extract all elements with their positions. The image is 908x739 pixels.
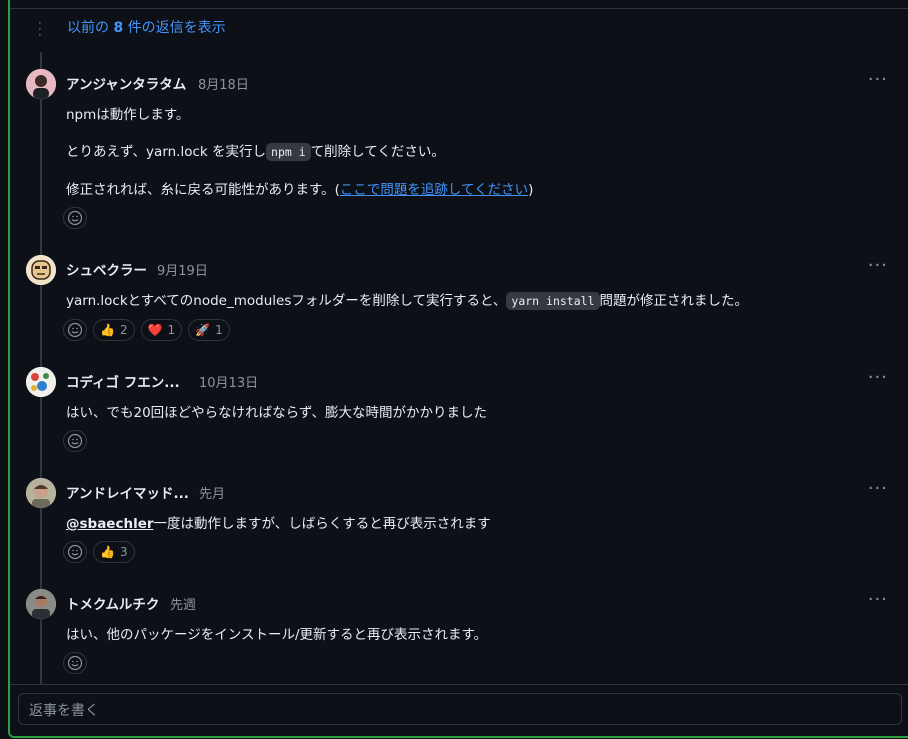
avatar[interactable] xyxy=(26,478,56,508)
smiley-icon xyxy=(67,210,83,226)
track-issue-link[interactable]: ここで問題を追跡してください xyxy=(340,182,528,198)
reply-input[interactable]: 返事を書く xyxy=(18,693,902,725)
show-previous-replies-link[interactable]: 以前の 8 件の返信を表示 xyxy=(67,17,226,37)
reactions-bar xyxy=(63,207,87,229)
add-reaction-button[interactable] xyxy=(63,207,87,229)
reaction-count: 1 xyxy=(167,323,176,337)
smiley-icon xyxy=(67,433,83,449)
rocket-icon: 🚀 xyxy=(195,323,211,337)
avatar[interactable] xyxy=(26,255,56,285)
more-options-icon[interactable]: ··· xyxy=(868,255,888,276)
comment-text: とりあえず、yarn.lock を実行し npm i て削除してください。 xyxy=(66,143,445,161)
comment-text: npmは動作します。 xyxy=(66,107,190,123)
avatar[interactable] xyxy=(26,367,56,397)
reactions-bar: 👍 2 ❤️ 1 🚀 1 xyxy=(63,319,230,341)
avatar[interactable] xyxy=(26,69,56,99)
reaction-heart-button[interactable]: ❤️ 1 xyxy=(140,319,183,341)
reactions-bar xyxy=(63,430,87,452)
add-reaction-button[interactable] xyxy=(63,652,87,674)
comment-author[interactable]: シュベクラー xyxy=(66,259,147,279)
comment-text: はい、でも20回ほどやらなければならず、膨大な時間がかかりました xyxy=(66,405,487,421)
more-options-icon[interactable]: ··· xyxy=(868,367,888,388)
smiley-icon xyxy=(67,544,83,560)
reaction-count: 1 xyxy=(215,323,223,337)
smiley-icon xyxy=(67,322,83,338)
inline-code: npm i xyxy=(266,143,311,161)
reactions-bar: 👍 3 xyxy=(63,541,135,563)
reply-divider xyxy=(10,684,908,685)
comment-text: yarn.lockとすべてのnode_modulesフォルダーを削除して実行する… xyxy=(66,292,748,310)
thumbs-up-icon: 👍 xyxy=(100,545,115,559)
collapsed-dots-icon: · · · xyxy=(38,16,42,42)
add-reaction-button[interactable] xyxy=(63,319,87,341)
comment-text: はい、他のパッケージをインストール/更新すると再び表示されます。 xyxy=(66,627,488,643)
comment-timestamp[interactable]: 先月 xyxy=(199,483,225,502)
comment-timestamp[interactable]: 先週 xyxy=(170,594,196,613)
comment-timestamp[interactable]: 10月13日 xyxy=(199,372,258,391)
reaction-count: 3 xyxy=(119,545,128,559)
add-reaction-button[interactable] xyxy=(63,541,87,563)
reaction-count: 2 xyxy=(119,323,128,337)
top-divider xyxy=(10,0,908,9)
reaction-thumbs-up-button[interactable]: 👍 3 xyxy=(93,541,135,563)
comment-author[interactable]: アンドレイマッド... xyxy=(66,482,189,502)
avatar[interactable] xyxy=(26,589,56,619)
comment-text: @sbaechler一度は動作しますが、しばらくすると再び表示されます xyxy=(66,516,491,532)
comment-author[interactable]: トメクムルチク xyxy=(66,593,159,613)
inline-code: yarn install xyxy=(506,292,600,310)
comment-author[interactable]: コディゴ フエン... xyxy=(66,371,180,391)
reaction-rocket-button[interactable]: 🚀 1 xyxy=(188,319,230,341)
reaction-thumbs-up-button[interactable]: 👍 2 xyxy=(93,319,135,341)
more-options-icon[interactable]: ··· xyxy=(868,478,888,499)
comment-author[interactable]: アンジャンタラタム xyxy=(66,73,186,93)
comment-timestamp[interactable]: 8月18日 xyxy=(198,74,249,93)
comment-timestamp[interactable]: 9月19日 xyxy=(157,260,208,279)
comment-text: 修正されれば、糸に戻る可能性があります。(ここで問題を追跡してください) xyxy=(66,182,534,198)
reactions-bar xyxy=(63,652,87,674)
add-reaction-button[interactable] xyxy=(63,430,87,452)
smiley-icon xyxy=(67,655,83,671)
heart-icon: ❤️ xyxy=(147,323,163,337)
more-options-icon[interactable]: ··· xyxy=(868,69,888,90)
user-mention-link[interactable]: @sbaechler xyxy=(66,516,154,532)
more-options-icon[interactable]: ··· xyxy=(868,589,888,610)
thumbs-up-icon: 👍 xyxy=(100,323,115,337)
